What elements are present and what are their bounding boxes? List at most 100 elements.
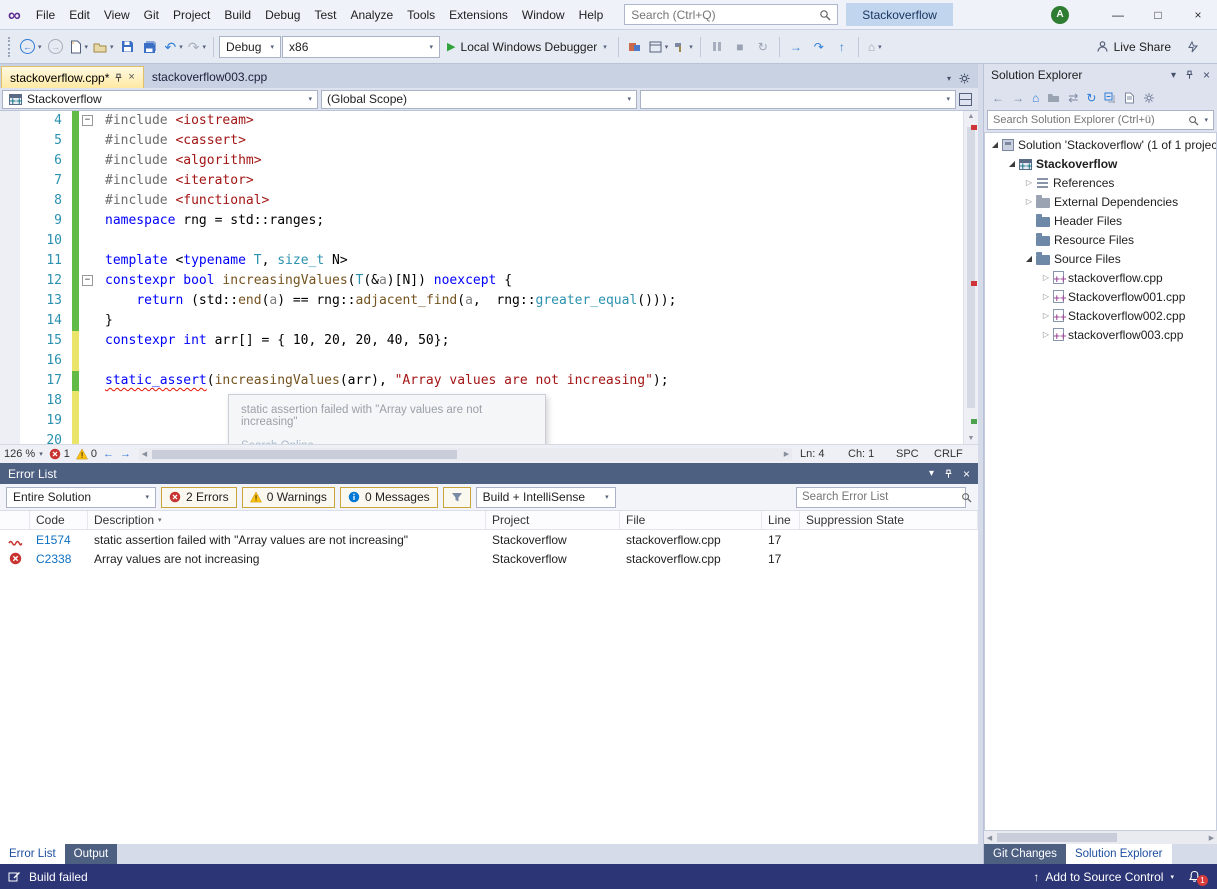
error-row-c2338[interactable]: C2338 Array values are not increasing Stac… xyxy=(0,549,978,568)
show-all-files-icon[interactable] xyxy=(1124,92,1135,104)
expander-closed-icon[interactable]: ▷ xyxy=(1040,292,1052,301)
tree-item-source-files[interactable]: ◢ Source Files xyxy=(985,249,1216,268)
status-tasks-icon[interactable] xyxy=(8,871,21,883)
maximize-button[interactable]: □ xyxy=(1139,0,1177,29)
member-dropdown[interactable]: ▾ xyxy=(640,89,956,109)
editor-warning-count[interactable]: 0 xyxy=(75,448,97,460)
panel-tab-error-list[interactable]: Error List xyxy=(0,844,65,864)
build-button[interactable]: ▾ xyxy=(671,35,695,59)
editor-tab-stackoverflow003-cpp[interactable]: stackoverflow003.cpp xyxy=(144,66,275,88)
split-editor-icon[interactable] xyxy=(959,92,972,106)
vertical-scrollbar-thumb[interactable] xyxy=(967,127,975,408)
expander-closed-icon[interactable]: ▷ xyxy=(1023,197,1035,206)
collapse-all-icon[interactable] xyxy=(1104,92,1116,104)
open-file-button[interactable]: ▾ xyxy=(91,35,116,59)
tree-item-header-files[interactable]: Header Files xyxy=(985,211,1216,230)
code-line[interactable]: 11 template <typename T, size_t N> xyxy=(0,251,963,271)
platform-dropdown[interactable]: x86 ▾ xyxy=(282,35,441,58)
messages-filter-button[interactable]: 0 Messages xyxy=(339,486,438,508)
expander-closed-icon[interactable]: ▷ xyxy=(1040,330,1052,339)
tree-item-solution-stackoverflow-1-of-1-project[interactable]: ◢ Solution 'Stackoverflow' (1 of 1 projec… xyxy=(985,135,1216,154)
configuration-dropdown[interactable]: Debug ▾ xyxy=(219,35,282,58)
expander-closed-icon[interactable]: ▷ xyxy=(1040,311,1052,320)
scroll-up-icon[interactable]: ▲ xyxy=(964,113,978,120)
menu-window[interactable]: Window xyxy=(515,3,572,27)
vertical-scrollbar[interactable]: ▲ ▼ xyxy=(963,111,978,444)
error-mark[interactable] xyxy=(971,281,977,286)
code-line[interactable]: 4 − #include <iostream> xyxy=(0,111,963,131)
expander-open-icon[interactable]: ◢ xyxy=(1006,159,1018,168)
step-over-button[interactable]: ↷ xyxy=(808,35,830,59)
refresh-icon[interactable]: ↻ xyxy=(1086,92,1096,104)
step-out-button[interactable]: ↑ xyxy=(831,35,853,59)
close-button[interactable]: × xyxy=(1179,0,1217,29)
fold-collapse-icon[interactable]: − xyxy=(82,275,93,286)
code-line[interactable]: 8 #include <functional> xyxy=(0,191,963,211)
properties-icon[interactable] xyxy=(1143,92,1155,104)
code-line[interactable]: 10 xyxy=(0,231,963,251)
menu-project[interactable]: Project xyxy=(166,3,217,27)
restart-button[interactable]: ↻ xyxy=(752,35,774,59)
add-to-source-control-button[interactable]: ↑ Add to Source Control ▾ xyxy=(1033,870,1174,884)
menu-test[interactable]: Test xyxy=(307,3,343,27)
tree-item-references[interactable]: ▷ References xyxy=(985,173,1216,192)
expander-closed-icon[interactable]: ▷ xyxy=(1023,178,1035,187)
switch-views-icon[interactable] xyxy=(1047,92,1060,103)
caret-mark[interactable] xyxy=(971,419,977,424)
tree-item-stackoverflow[interactable]: ◢ ++ Stackoverflow xyxy=(985,154,1216,173)
column-header-suppression-state[interactable]: Suppression State xyxy=(800,511,978,529)
break-all-button[interactable] xyxy=(706,35,728,59)
error-code[interactable]: E1574 xyxy=(30,533,88,547)
next-error-button[interactable]: → xyxy=(120,448,131,460)
tree-item-stackoverflow001-cpp[interactable]: ▷ ++ Stackoverflow001.cpp xyxy=(985,287,1216,306)
menu-extensions[interactable]: Extensions xyxy=(442,3,515,27)
solution-tree[interactable]: ◢ Solution 'Stackoverflow' (1 of 1 projec… xyxy=(984,132,1217,831)
minimize-button[interactable]: — xyxy=(1099,0,1137,29)
hscrollbar-thumb[interactable] xyxy=(997,833,1117,842)
menu-help[interactable]: Help xyxy=(572,3,611,27)
errors-filter-button[interactable]: 2 Errors xyxy=(161,486,237,508)
feedback-button[interactable] xyxy=(1181,35,1203,59)
toolbar-grip[interactable] xyxy=(8,36,13,57)
menu-file[interactable]: File xyxy=(29,3,62,27)
tree-item-stackoverflow-cpp[interactable]: ▷ ++ stackoverflow.cpp xyxy=(985,268,1216,287)
titlebar-project-name[interactable]: Stackoverflow xyxy=(846,3,953,26)
scroll-down-icon[interactable]: ▼ xyxy=(964,435,978,442)
find-button[interactable]: ⌂ ▾ xyxy=(864,35,886,59)
menu-build[interactable]: Build xyxy=(217,3,258,27)
filter-button[interactable] xyxy=(442,486,471,508)
window-layout-button[interactable]: ▾ xyxy=(647,35,671,59)
code-editor[interactable]: 4 − #include <iostream> 5 #include <cassert>… xyxy=(0,111,978,444)
horizontal-scrollbar-thumb[interactable] xyxy=(151,449,457,459)
code-line[interactable]: 17 static_assert(increasingValues(arr), "… xyxy=(0,371,963,391)
tab-options-gear-icon[interactable] xyxy=(959,73,970,84)
pin-icon[interactable] xyxy=(944,469,953,479)
back-icon[interactable]: ← xyxy=(992,92,1004,104)
expander-closed-icon[interactable]: ▷ xyxy=(1040,273,1052,282)
panel-tab-git-changes[interactable]: Git Changes xyxy=(984,844,1066,864)
pin-icon[interactable] xyxy=(114,73,123,83)
panel-tab-output[interactable]: Output xyxy=(64,844,118,864)
error-list-title-bar[interactable]: Error List ▾ × xyxy=(0,463,978,484)
code-line[interactable]: 6 #include <algorithm> xyxy=(0,151,963,171)
code-line[interactable]: 9 namespace rng = std::ranges; xyxy=(0,211,963,231)
save-button[interactable] xyxy=(117,35,139,59)
menu-debug[interactable]: Debug xyxy=(258,3,307,27)
horizontal-scrollbar[interactable]: ◀ ▶ xyxy=(138,447,792,461)
close-icon[interactable]: × xyxy=(963,467,970,481)
scroll-right-icon[interactable]: ▶ xyxy=(781,448,792,461)
code-line[interactable]: 16 xyxy=(0,351,963,371)
solution-search-box[interactable]: ▾ xyxy=(987,110,1214,130)
column-header-code[interactable]: Code xyxy=(30,511,88,529)
pending-changes-filter-icon[interactable]: ⇄ xyxy=(1068,92,1078,104)
column-header-project[interactable]: Project xyxy=(486,511,620,529)
scroll-right-icon[interactable]: ▶ xyxy=(1206,831,1217,844)
undo-button[interactable]: ↶ ▾ xyxy=(163,35,185,59)
quick-search-input[interactable] xyxy=(631,7,814,22)
navigate-forward-button[interactable]: → xyxy=(45,35,67,59)
live-share-button[interactable]: Live Share xyxy=(1096,40,1171,54)
start-debugger-button[interactable]: ▶ Local Windows Debugger ▾ xyxy=(441,35,613,59)
account-avatar[interactable]: A xyxy=(1051,5,1069,24)
menu-tools[interactable]: Tools xyxy=(400,3,442,27)
scope-dropdown[interactable]: (Global Scope) ▾ xyxy=(321,89,637,109)
